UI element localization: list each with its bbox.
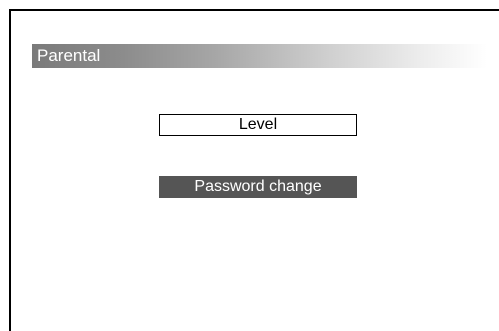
menu-item-level[interactable]: Level — [159, 114, 357, 136]
page-title: Parental — [37, 46, 101, 65]
menu-item-password-change[interactable]: Password change — [159, 176, 357, 198]
title-bar: Parental — [32, 44, 487, 68]
osd-screen-frame: Parental Level Password change — [9, 9, 499, 331]
